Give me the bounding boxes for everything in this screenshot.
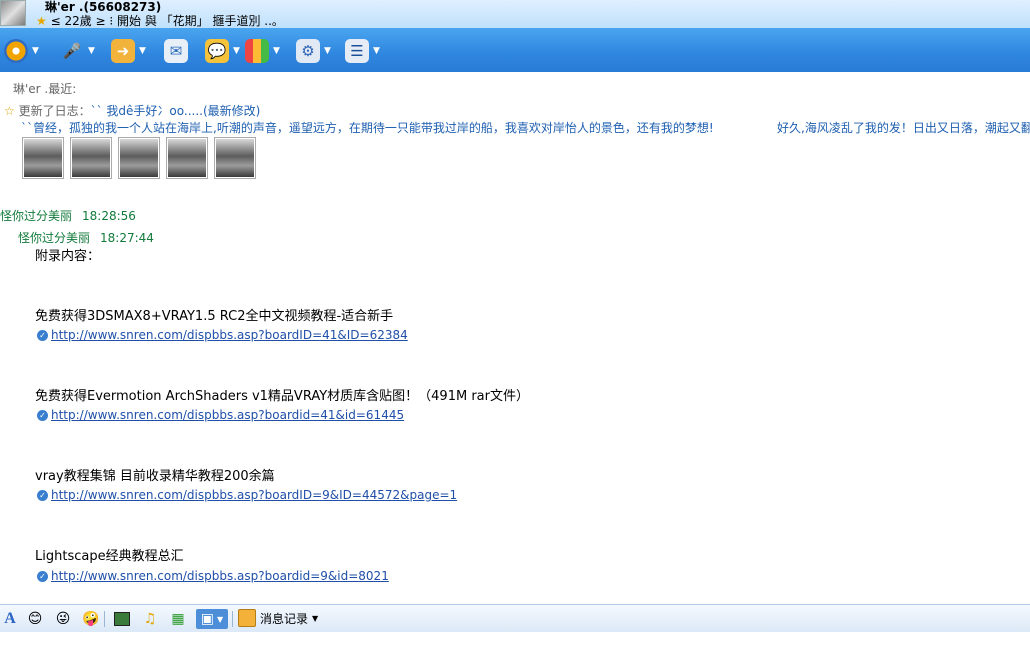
avatar[interactable]: [0, 0, 26, 26]
thumbnail-image[interactable]: [214, 137, 256, 179]
diary-prefix: 更新了日志：: [18, 104, 91, 118]
appendix-entry-link[interactable]: ✓ http://www.snren.com/dispbbs.asp?board…: [37, 328, 408, 342]
screenshot-icon: ▣: [200, 611, 215, 627]
signature-text: ≤ 22歲 ≥ ⁝ 開始 與 「花期」 擓手道別 ..。: [50, 14, 284, 28]
email-icon: ✉: [164, 39, 188, 63]
voice-button[interactable]: 🎤 ▼: [60, 37, 95, 65]
title-bar: 琳'er .(56608273) ★ ≤ 22歲 ≥ ⁝ 開始 與 「花期」 擓…: [0, 0, 1030, 28]
shake-icon: 🤪: [82, 611, 100, 627]
video-button[interactable]: ▼: [4, 37, 39, 65]
music-icon: ♫: [143, 611, 157, 627]
video-icon: [4, 39, 28, 63]
message-history-button[interactable]: 消息记录 ▼: [238, 609, 318, 627]
shake-button[interactable]: 🤪: [81, 609, 101, 629]
appendix-entry-title: Lightscape经典教程总汇: [35, 549, 184, 564]
divider: [232, 611, 233, 627]
profile-icon: ☰: [345, 39, 369, 63]
diary-excerpt-continued[interactable]: 好久,海风凌乱了我的发！日出又日落，潮起又翻: [777, 119, 1030, 136]
main-toolbar: ▼ 🎤 ▼ ➜ ▼ ✉ 💬 ▼ ▼ ⚙ ▼ ☰ ▼: [0, 28, 1030, 72]
shield-icon: ✓: [37, 570, 48, 582]
link-url[interactable]: http://www.snren.com/dispbbs.asp?boardID…: [51, 488, 457, 502]
message-input[interactable]: [0, 632, 1030, 655]
chat-button[interactable]: 💬 ▼: [205, 37, 240, 65]
appendix-heading: 附录内容：: [35, 249, 101, 264]
chevron-down-icon[interactable]: ▼: [273, 46, 280, 56]
email-button[interactable]: ✉: [164, 37, 188, 65]
chevron-down-icon[interactable]: ▼: [233, 46, 240, 56]
shield-icon: ✓: [37, 409, 48, 421]
settings-button[interactable]: ⚙ ▼: [296, 37, 331, 65]
font-button[interactable]: A: [0, 609, 20, 629]
shield-icon: ✓: [37, 329, 48, 341]
apps-button[interactable]: ▼: [245, 37, 280, 65]
message-header: 怪你过分美丽 18:28:56: [0, 207, 146, 224]
divider: [104, 611, 105, 627]
history-icon: [238, 609, 256, 627]
appendix-entry-title: vray教程集锦 目前收录精华教程200余篇: [35, 469, 275, 484]
diary-title-link[interactable]: `` 我dê手好冫oo.....(最新修改): [91, 104, 261, 118]
message-header: 怪你过分美丽 18:27:44: [18, 229, 164, 246]
image-icon: [114, 612, 130, 626]
gift-icon: ▦: [171, 611, 185, 627]
appendix-entry-link[interactable]: ✓ http://www.snren.com/dispbbs.asp?board…: [37, 569, 389, 583]
diary-excerpt[interactable]: ``曾经，孤独的我一个人站在海岸上,听潮的声音，遥望远方，在期待一只能带我过岸的…: [21, 119, 714, 136]
recent-label: 琳'er .最近:: [13, 82, 77, 96]
chevron-down-icon[interactable]: ▼: [32, 46, 39, 56]
apps-icon: [245, 39, 269, 63]
star-icon: ☆: [4, 104, 15, 118]
diary-thumbnails: [22, 137, 256, 179]
folder-transfer-icon: ➜: [111, 39, 135, 63]
magic-emoticon-button[interactable]: 😜: [53, 609, 73, 629]
appendix-entry-link[interactable]: ✓ http://www.snren.com/dispbbs.asp?board…: [37, 408, 404, 422]
file-transfer-button[interactable]: ➜ ▼: [111, 37, 146, 65]
music-button[interactable]: ♫: [140, 609, 160, 629]
image-button[interactable]: [112, 609, 132, 629]
thumbnail-image[interactable]: [70, 137, 112, 179]
shield-icon: ✓: [37, 489, 48, 501]
settings-icon: ⚙: [296, 39, 320, 63]
input-toolbar: A 😊 😜 🤪 ♫ ▦ ▣ ▼ 消息记录 ▼: [0, 604, 1030, 633]
link-url[interactable]: http://www.snren.com/dispbbs.asp?boardid…: [51, 408, 404, 422]
chevron-down-icon[interactable]: ▼: [217, 615, 223, 624]
chevron-down-icon[interactable]: ▼: [312, 614, 318, 623]
gift-button[interactable]: ▦: [168, 609, 188, 629]
message-sender: 怪你过分美丽: [18, 231, 91, 245]
magic-face-icon: 😜: [55, 611, 71, 627]
smiley-icon: 😊: [27, 611, 43, 627]
appendix-entry-title: 免费获得3DSMAX8+VRAY1.5 RC2全中文视频教程-适合新手: [35, 309, 394, 324]
microphone-icon: 🎤: [62, 42, 82, 60]
appendix-entry-title: 免费获得Evermotion ArchShaders v1精品VRAY材质库含贴…: [35, 389, 529, 404]
message-time: 18:27:44: [100, 231, 154, 245]
star-icon: ★: [36, 14, 47, 28]
diary-update: ☆ 更新了日志：`` 我dê手好冫oo.....(最新修改): [4, 102, 260, 119]
chevron-down-icon[interactable]: ▼: [324, 46, 331, 56]
chevron-down-icon[interactable]: ▼: [373, 46, 380, 56]
thumbnail-image[interactable]: [118, 137, 160, 179]
thumbnail-image[interactable]: [22, 137, 64, 179]
contact-signature: ★ ≤ 22歲 ≥ ⁝ 開始 與 「花期」 擓手道別 ..。: [36, 12, 284, 29]
appendix-entry-link[interactable]: ✓ http://www.snren.com/dispbbs.asp?board…: [37, 488, 457, 502]
chat-history: 琳'er .最近: ☆ 更新了日志：`` 我dê手好冫oo.....(最新修改)…: [0, 72, 1030, 604]
screenshot-button[interactable]: ▣ ▼: [196, 609, 228, 629]
profile-button[interactable]: ☰ ▼: [345, 37, 380, 65]
emoticon-button[interactable]: 😊: [25, 609, 45, 629]
chevron-down-icon[interactable]: ▼: [139, 46, 146, 56]
message-time: 18:28:56: [82, 209, 136, 223]
thumbnail-image[interactable]: [166, 137, 208, 179]
chevron-down-icon[interactable]: ▼: [88, 46, 95, 56]
link-url[interactable]: http://www.snren.com/dispbbs.asp?boardid…: [51, 569, 389, 583]
chat-bubble-icon: 💬: [205, 39, 229, 63]
link-url[interactable]: http://www.snren.com/dispbbs.asp?boardID…: [51, 328, 408, 342]
history-label: 消息记录: [260, 611, 309, 626]
message-sender: 怪你过分美丽: [0, 209, 73, 223]
